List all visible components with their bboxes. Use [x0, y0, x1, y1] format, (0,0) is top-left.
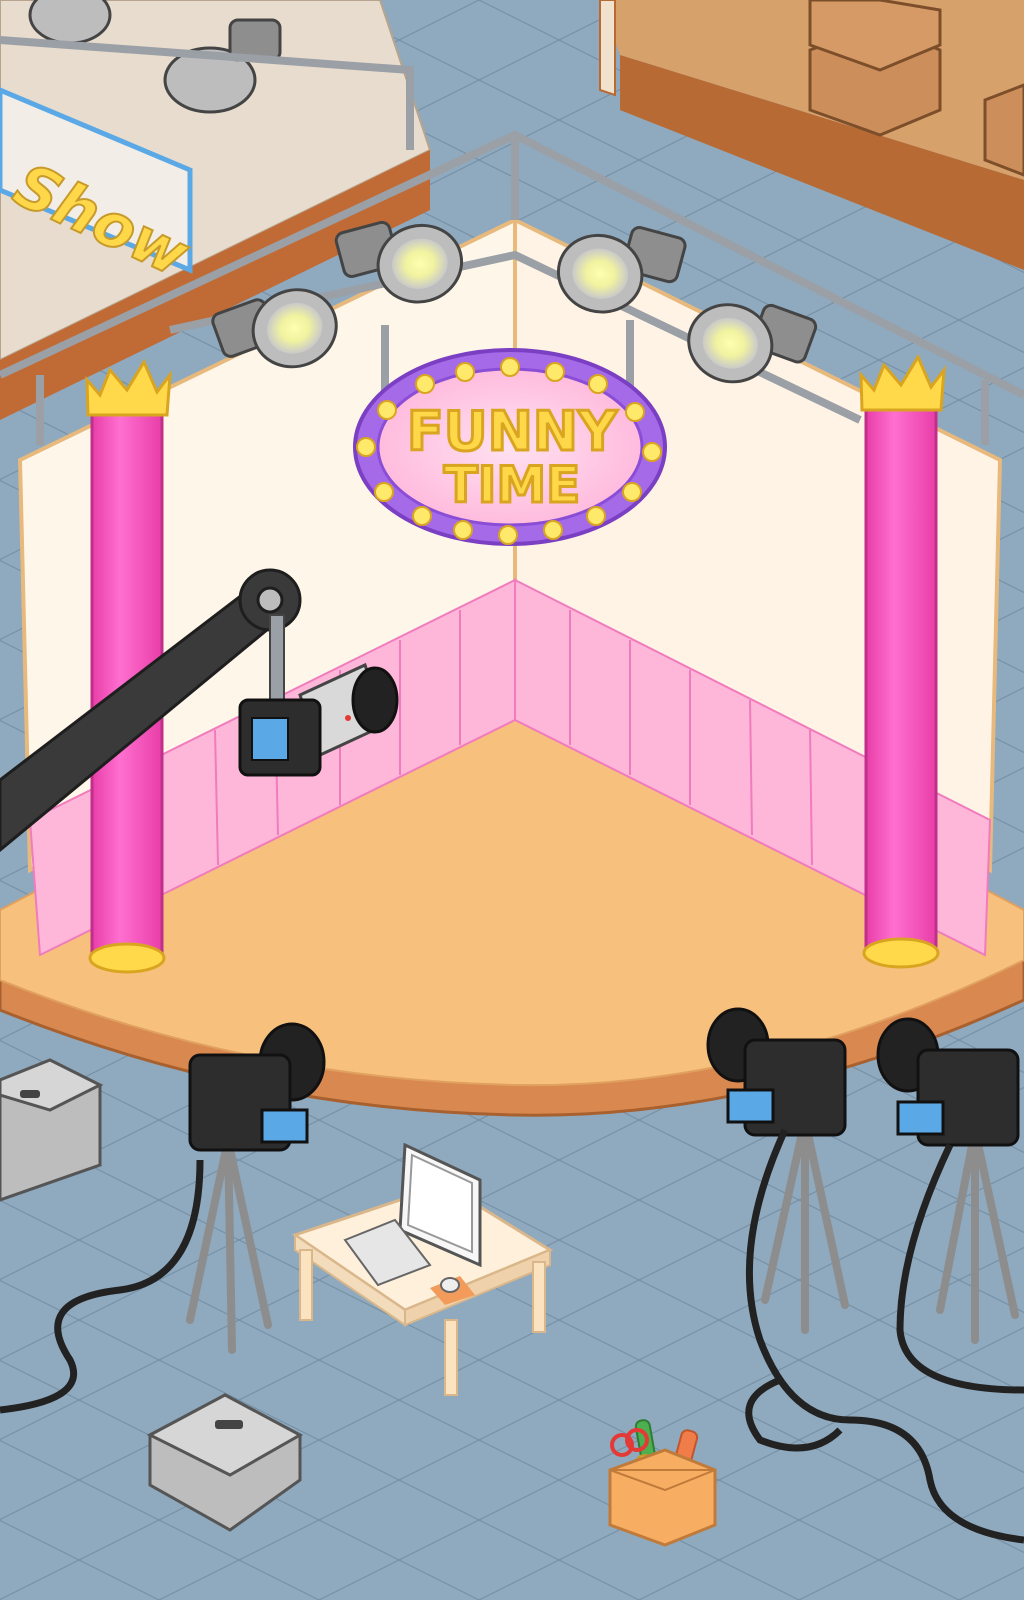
pillar-right [859, 353, 946, 969]
studio-scene: Show FUNNY TIME [0, 0, 1024, 1600]
sign-line-1: FUNNY [407, 400, 618, 463]
funny-time-sign: FUNNY TIME [353, 348, 667, 546]
sign-line-2: TIME [444, 456, 581, 514]
